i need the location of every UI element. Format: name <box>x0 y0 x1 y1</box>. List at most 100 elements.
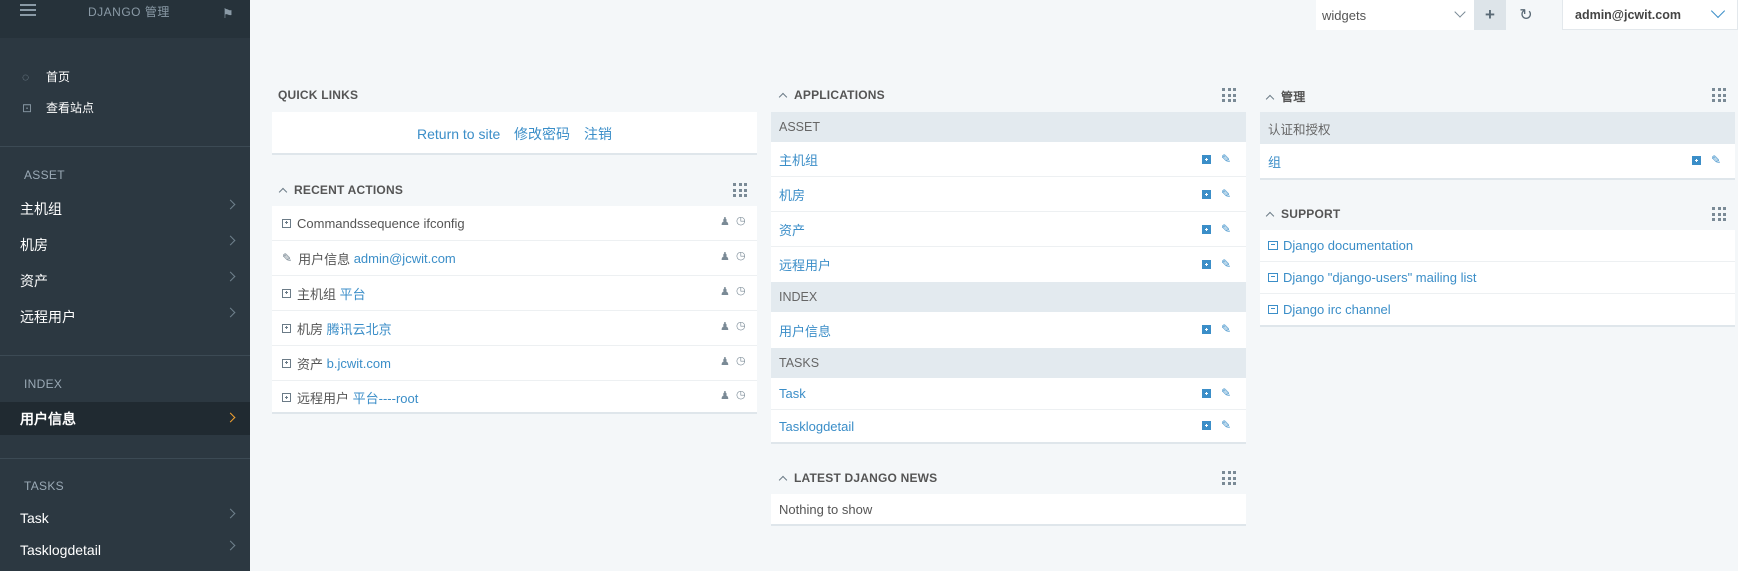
add-icon[interactable] <box>1202 389 1211 398</box>
app-group-tasks[interactable]: TASKS <box>771 348 1246 378</box>
latest-news-title[interactable]: LATEST DJANGO NEWS <box>778 471 937 485</box>
change-password-link[interactable]: 修改密码 <box>514 124 570 144</box>
sidebar-divider <box>0 146 250 147</box>
action-model: 主机组 <box>297 286 337 302</box>
edit-icon[interactable]: ✎ <box>1221 223 1231 235</box>
app-group-asset[interactable]: ASSET <box>771 112 1246 142</box>
user-icon: ♟ <box>720 251 730 263</box>
recent-action-row[interactable]: 机房 腾讯云北京 ♟ ◷ <box>272 311 757 346</box>
user-menu[interactable]: admin@jcwit.com <box>1562 0 1738 30</box>
model-link[interactable]: 主机组 <box>779 150 818 169</box>
admin-group-auth[interactable]: 认证和授权 <box>1260 112 1735 144</box>
pin-icon[interactable]: ⚑ <box>222 6 234 22</box>
sidebar-item-idc[interactable]: 机房 <box>0 230 250 260</box>
change-action-icon: ✎ <box>282 251 293 265</box>
return-to-site-link[interactable]: Return to site <box>417 126 500 142</box>
recent-actions-title[interactable]: RECENT ACTIONS <box>278 183 403 197</box>
edit-icon[interactable]: ✎ <box>1711 154 1721 166</box>
sidebar-link-home[interactable]: ◌ 首页 <box>22 68 70 85</box>
add-icon[interactable] <box>1202 325 1211 334</box>
applications-title[interactable]: APPLICATIONS <box>778 88 885 102</box>
action-object[interactable]: b.jcwit.com <box>327 356 391 371</box>
chevron-right-icon <box>225 540 236 551</box>
edit-icon[interactable]: ✎ <box>1221 153 1231 165</box>
recent-action-row[interactable]: Commandssequence ifconfig ♟ ◷ <box>272 206 757 241</box>
refresh-icon: ↻ <box>1519 7 1533 24</box>
add-widget-button[interactable]: + <box>1474 0 1506 30</box>
home-circle-icon: ◌ <box>22 69 30 84</box>
sidebar-link-view-site[interactable]: ⊡ 查看站点 <box>22 99 94 116</box>
add-action-icon <box>282 393 291 402</box>
support-link-row[interactable]: Django documentation <box>1260 230 1735 262</box>
clock-icon: ◷ <box>736 215 746 227</box>
drag-grid-icon[interactable] <box>1222 471 1236 485</box>
recent-actions-box: Commandssequence ifconfig ♟ ◷ ✎ 用户信息 adm… <box>272 206 757 414</box>
app-model-row: 资产 ✎ <box>771 212 1246 247</box>
user-icon: ♟ <box>720 286 730 298</box>
support-link[interactable]: Django irc channel <box>1283 302 1391 317</box>
add-icon[interactable] <box>1202 421 1211 430</box>
add-icon[interactable] <box>1692 156 1701 165</box>
model-link[interactable]: 远程用户 <box>779 255 831 274</box>
action-model: 用户信息 <box>298 251 351 267</box>
model-link[interactable]: 资产 <box>779 220 805 239</box>
model-link[interactable]: 组 <box>1268 152 1281 171</box>
support-title[interactable]: SUPPORT <box>1265 207 1340 221</box>
edit-icon[interactable]: ✎ <box>1221 323 1231 335</box>
add-icon[interactable] <box>1202 155 1211 164</box>
refresh-button[interactable]: ↻ <box>1510 0 1542 30</box>
sidebar-section-tasks: TASKS <box>24 479 64 493</box>
sidebar-item-remote-user[interactable]: 远程用户 <box>0 302 250 332</box>
admin-panel-box: 认证和授权 组 ✎ <box>1260 112 1735 180</box>
edit-icon[interactable]: ✎ <box>1221 419 1231 431</box>
sidebar-item-task[interactable]: Task <box>0 503 250 533</box>
admin-panel-title[interactable]: 管理 <box>1265 88 1306 105</box>
add-icon[interactable] <box>1202 260 1211 269</box>
edit-icon[interactable]: ✎ <box>1221 387 1231 399</box>
model-link[interactable]: 机房 <box>779 185 805 204</box>
drag-grid-icon[interactable] <box>1222 88 1236 102</box>
recent-action-row[interactable]: 远程用户 平台----root ♟ ◷ <box>272 381 757 414</box>
clock-icon: ◷ <box>736 389 746 401</box>
sidebar-item-label: 资产 <box>20 273 48 289</box>
recent-action-row[interactable]: 主机组 平台 ♟ ◷ <box>272 276 757 311</box>
app-group-index[interactable]: INDEX <box>771 282 1246 312</box>
sidebar-item-label: 主机组 <box>20 201 62 217</box>
support-link-row[interactable]: Django "django-users" mailing list <box>1260 262 1735 294</box>
menu-icon[interactable] <box>20 4 36 18</box>
add-icon[interactable] <box>1202 190 1211 199</box>
recent-action-row[interactable]: ✎ 用户信息 admin@jcwit.com ♟ ◷ <box>272 241 757 276</box>
model-link[interactable]: Tasklogdetail <box>779 419 854 434</box>
edit-icon[interactable]: ✎ <box>1221 258 1231 270</box>
sidebar-item-hostgroup[interactable]: 主机组 <box>0 194 250 224</box>
drag-grid-icon[interactable] <box>733 183 747 197</box>
edit-icon[interactable]: ✎ <box>1221 188 1231 200</box>
logout-link[interactable]: 注销 <box>584 124 612 144</box>
action-model: 远程用户 <box>297 391 350 406</box>
drag-grid-icon[interactable] <box>1712 207 1726 221</box>
drag-grid-icon[interactable] <box>1712 88 1726 102</box>
action-object[interactable]: 腾讯云北京 <box>327 319 392 338</box>
support-link-row[interactable]: Django irc channel <box>1260 294 1735 325</box>
app-model-row: 组 ✎ <box>1260 144 1735 178</box>
action-object[interactable]: 平台 <box>340 284 366 303</box>
widgets-select[interactable]: widgets <box>1316 0 1474 30</box>
add-action-icon <box>282 358 291 368</box>
action-object[interactable]: 平台----root <box>353 388 419 407</box>
action-object[interactable]: admin@jcwit.com <box>354 251 456 266</box>
sidebar-item-label: 机房 <box>20 237 48 253</box>
admin-panel-title-text: 管理 <box>1281 90 1306 104</box>
add-icon[interactable] <box>1202 225 1211 234</box>
sidebar-item-asset[interactable]: 资产 <box>0 266 250 296</box>
support-link[interactable]: Django documentation <box>1283 238 1413 253</box>
widgets-select-value: widgets <box>1322 7 1367 23</box>
sidebar-link-label: 查看站点 <box>46 101 95 115</box>
collapse-icon <box>778 475 788 485</box>
model-link[interactable]: Task <box>779 386 806 401</box>
support-link[interactable]: Django "django-users" mailing list <box>1283 270 1477 285</box>
sidebar-item-tasklogdetail[interactable]: Tasklogdetail <box>0 535 250 565</box>
chevron-right-icon <box>225 307 236 318</box>
model-link[interactable]: 用户信息 <box>779 321 831 340</box>
recent-action-row[interactable]: 资产 b.jcwit.com ♟ ◷ <box>272 346 757 381</box>
sidebar-item-userinfo[interactable]: 用户信息 <box>0 402 250 435</box>
